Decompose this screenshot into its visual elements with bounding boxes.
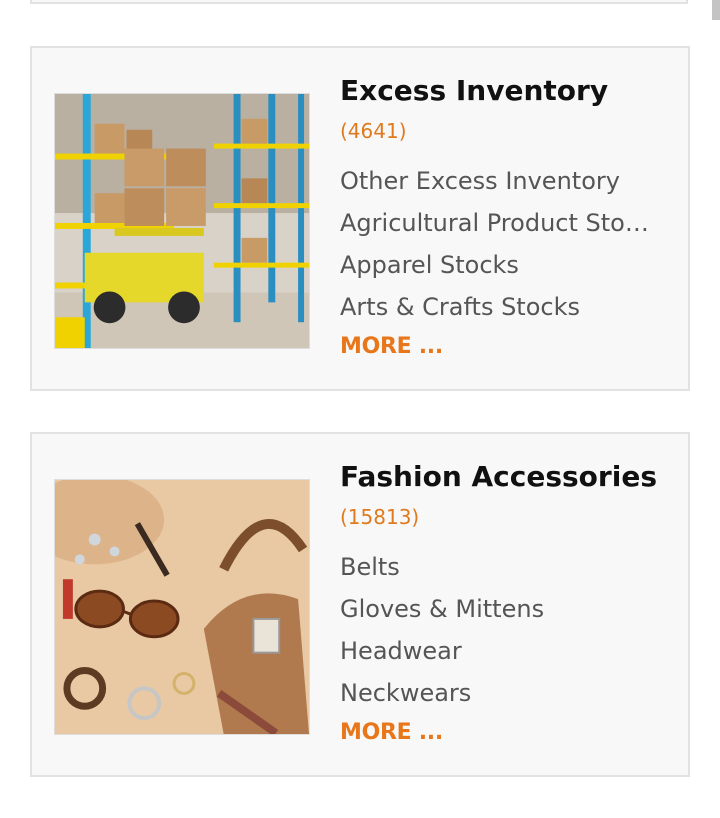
subcategory-link[interactable]: Gloves & Mittens [340,588,670,630]
more-link[interactable]: MORE ... [340,720,443,745]
subcategory-link[interactable]: Other Excess Inventory [340,160,670,202]
subcategory-link[interactable]: Headwear [340,630,670,672]
subcategory-list: Other Excess Inventory Agricultural Prod… [340,160,670,328]
scrollbar-thumb[interactable] [712,0,720,20]
previous-category-card [30,0,688,4]
category-info: Fashion Accessories (15813) Belts Gloves… [340,456,670,745]
category-image[interactable] [54,93,310,349]
accessories-handbag-sunglasses-image [55,480,309,734]
category-count: (4641) [340,119,407,143]
category-info: Excess Inventory (4641) Other Excess Inv… [340,70,670,359]
more-link[interactable]: MORE ... [340,334,443,359]
category-count: (15813) [340,505,420,529]
subcategory-link[interactable]: Arts & Crafts Stocks [340,286,670,328]
category-card: Excess Inventory (4641) Other Excess Inv… [30,46,690,391]
warehouse-forklift-image [55,94,309,348]
category-image[interactable] [54,479,310,735]
subcategory-link[interactable]: Belts [340,546,670,588]
category-title[interactable]: Fashion Accessories [340,456,670,498]
category-list-page: Excess Inventory (4641) Other Excess Inv… [0,0,720,818]
subcategory-link[interactable]: Agricultural Product Sto… [340,202,670,244]
subcategory-link[interactable]: Neckwears [340,672,670,714]
category-title[interactable]: Excess Inventory [340,70,670,112]
subcategory-link[interactable]: Apparel Stocks [340,244,670,286]
subcategory-list: Belts Gloves & Mittens Headwear Neckwear… [340,546,670,714]
category-card: Fashion Accessories (15813) Belts Gloves… [30,432,690,777]
